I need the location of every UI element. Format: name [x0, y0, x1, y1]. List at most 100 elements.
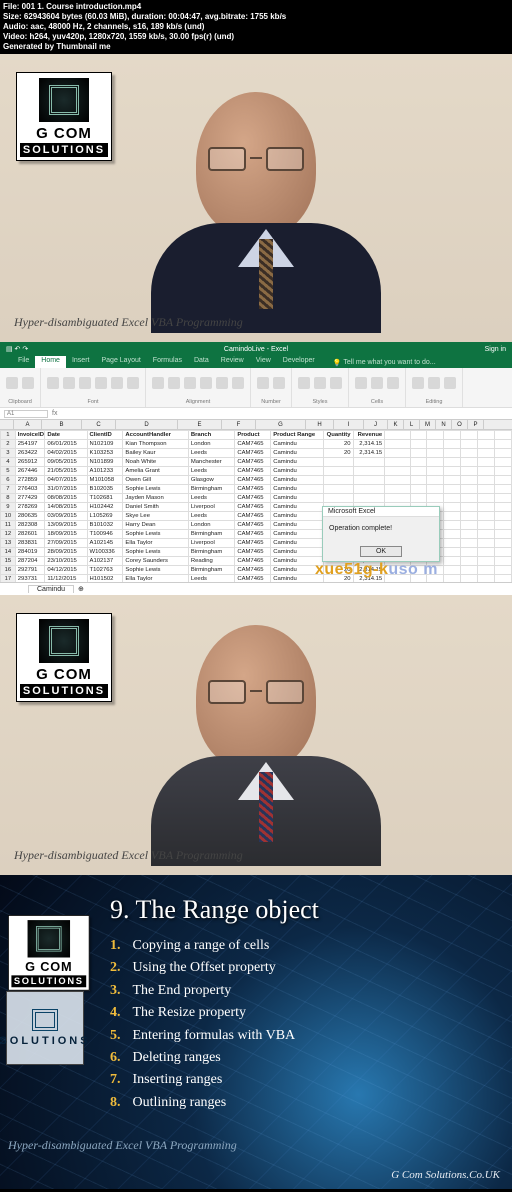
- cell[interactable]: H102442: [87, 503, 123, 512]
- cell[interactable]: [410, 440, 427, 449]
- cell[interactable]: Quantity: [324, 431, 354, 440]
- cell[interactable]: [427, 467, 444, 476]
- cell[interactable]: [495, 539, 512, 548]
- cell[interactable]: [495, 440, 512, 449]
- cell[interactable]: [410, 485, 427, 494]
- cell[interactable]: [478, 449, 495, 458]
- cell[interactable]: CAM7465: [235, 557, 271, 566]
- cell[interactable]: L105269: [87, 512, 123, 521]
- cell[interactable]: T102681: [87, 494, 123, 503]
- cell[interactable]: [495, 449, 512, 458]
- cell[interactable]: W100336: [87, 548, 123, 557]
- cell[interactable]: [427, 476, 444, 485]
- cell[interactable]: Sophie Lewis: [123, 548, 188, 557]
- cell[interactable]: A102137: [87, 557, 123, 566]
- cell[interactable]: 23/10/2015: [45, 557, 87, 566]
- cell[interactable]: [444, 458, 461, 467]
- cell[interactable]: CAM7465: [235, 539, 271, 548]
- cell[interactable]: CAM7465: [235, 467, 271, 476]
- cell[interactable]: 282601: [15, 530, 45, 539]
- cell[interactable]: Camindu: [271, 530, 324, 539]
- tell-me-search[interactable]: 💡Tell me what you want to do...: [333, 356, 436, 368]
- cell[interactable]: Camindu: [271, 476, 324, 485]
- cell[interactable]: 2,314.15: [353, 440, 385, 449]
- cell[interactable]: InvoiceID: [15, 431, 45, 440]
- ribbon-button-icon[interactable]: [6, 377, 18, 389]
- cell[interactable]: [478, 530, 495, 539]
- cell[interactable]: [410, 449, 427, 458]
- column-header[interactable]: C: [82, 420, 116, 429]
- cell[interactable]: [461, 431, 478, 440]
- cell[interactable]: 254197: [15, 440, 45, 449]
- cell[interactable]: Skye Lee: [123, 512, 188, 521]
- cell[interactable]: [444, 440, 461, 449]
- row-header[interactable]: 1: [1, 431, 16, 440]
- cell[interactable]: A102145: [87, 539, 123, 548]
- cell[interactable]: 20: [324, 440, 354, 449]
- cell[interactable]: Camindu: [271, 458, 324, 467]
- cell[interactable]: [444, 548, 461, 557]
- cell[interactable]: Sophie Lewis: [123, 566, 188, 575]
- cell[interactable]: [444, 503, 461, 512]
- row-header[interactable]: 11: [1, 521, 16, 530]
- cell[interactable]: [410, 431, 427, 440]
- cell[interactable]: A101233: [87, 467, 123, 476]
- column-header[interactable]: J: [364, 420, 388, 429]
- cell[interactable]: Leeds: [188, 494, 234, 503]
- ribbon-button-icon[interactable]: [22, 377, 34, 389]
- new-sheet-icon[interactable]: ⊕: [78, 585, 84, 593]
- cell[interactable]: [461, 575, 478, 583]
- cell[interactable]: Glasgow: [188, 476, 234, 485]
- column-header[interactable]: D: [116, 420, 178, 429]
- cell[interactable]: [495, 485, 512, 494]
- row-header[interactable]: 12: [1, 530, 16, 539]
- row-header[interactable]: 3: [1, 449, 16, 458]
- cell[interactable]: CAM7465: [235, 512, 271, 521]
- cell[interactable]: [444, 494, 461, 503]
- ribbon-button-icon[interactable]: [298, 377, 310, 389]
- ribbon-button-icon[interactable]: [314, 377, 326, 389]
- cell[interactable]: Camindu: [271, 440, 324, 449]
- cell[interactable]: 280635: [15, 512, 45, 521]
- ribbon-tab-file[interactable]: File: [12, 356, 35, 368]
- cell[interactable]: Camindu: [271, 485, 324, 494]
- cell[interactable]: Liverpool: [188, 503, 234, 512]
- ribbon-button-icon[interactable]: [168, 377, 180, 389]
- cell[interactable]: [385, 440, 410, 449]
- cell[interactable]: [353, 494, 385, 503]
- cell[interactable]: CAM7465: [235, 575, 271, 583]
- cell[interactable]: 04/07/2015: [45, 476, 87, 485]
- cell[interactable]: Product Range: [271, 431, 324, 440]
- cell[interactable]: N101899: [87, 458, 123, 467]
- cell[interactable]: [324, 485, 354, 494]
- cell[interactable]: [444, 512, 461, 521]
- cell[interactable]: 2,314.15: [353, 449, 385, 458]
- cell[interactable]: 276403: [15, 485, 45, 494]
- cell[interactable]: CAM7465: [235, 440, 271, 449]
- cell[interactable]: CAM7465: [235, 530, 271, 539]
- cell[interactable]: 31/07/2015: [45, 485, 87, 494]
- cell[interactable]: 282308: [15, 521, 45, 530]
- row-header[interactable]: 8: [1, 494, 16, 503]
- cell[interactable]: ClientID: [87, 431, 123, 440]
- cell[interactable]: [495, 512, 512, 521]
- cell[interactable]: Manchester: [188, 458, 234, 467]
- cell[interactable]: 03/09/2015: [45, 512, 87, 521]
- cell[interactable]: [427, 458, 444, 467]
- cell[interactable]: Amelia Grant: [123, 467, 188, 476]
- column-header[interactable]: K: [388, 420, 404, 429]
- ribbon-tab-view[interactable]: View: [250, 356, 277, 368]
- cell[interactable]: [461, 449, 478, 458]
- cell[interactable]: [444, 449, 461, 458]
- cell[interactable]: [353, 467, 385, 476]
- cell[interactable]: 284019: [15, 548, 45, 557]
- ribbon-button-icon[interactable]: [152, 377, 164, 389]
- column-header[interactable]: O: [452, 420, 468, 429]
- ribbon-tab-insert[interactable]: Insert: [66, 356, 96, 368]
- cell[interactable]: [461, 530, 478, 539]
- cell[interactable]: Birmingham: [188, 485, 234, 494]
- cell[interactable]: [444, 575, 461, 583]
- cell[interactable]: T100946: [87, 530, 123, 539]
- cell[interactable]: [478, 566, 495, 575]
- cell[interactable]: CAM7465: [235, 476, 271, 485]
